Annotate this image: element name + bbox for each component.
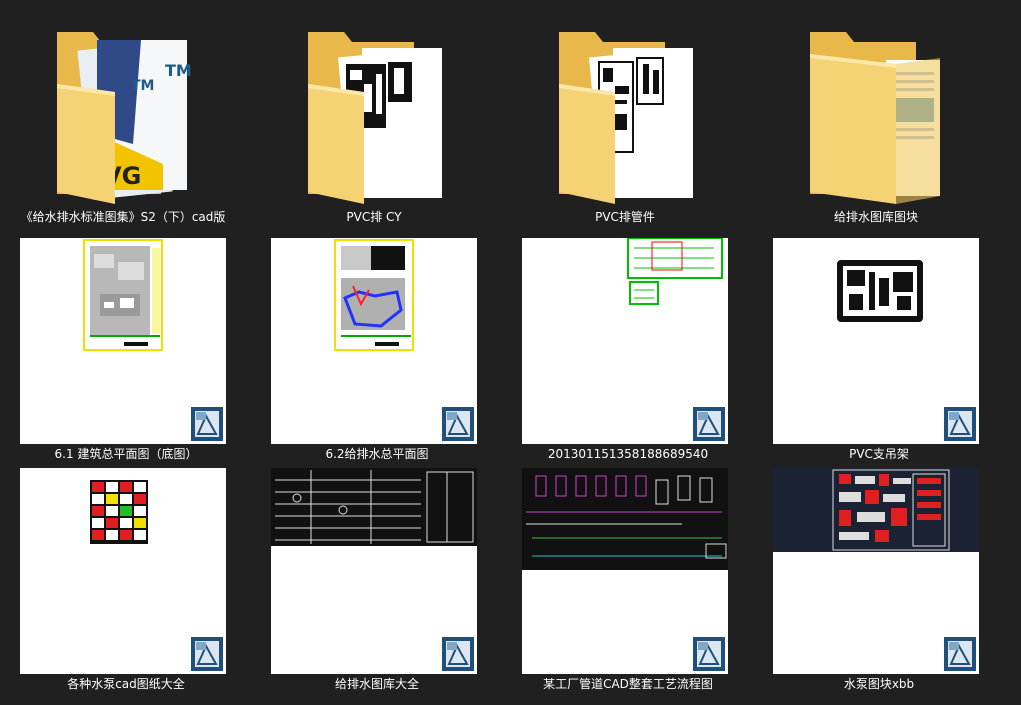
folder-label: PVC排 CY [346, 210, 402, 224]
cad-file-icon [943, 636, 977, 672]
folder-label: 给排水图库图块 [833, 210, 918, 224]
file-label: 6.2给排水总平面图 [325, 447, 429, 461]
file-label: 6.1 建筑总平面图（底图） [54, 447, 198, 461]
file-label: 给排水图库大全 [334, 677, 419, 691]
pump-blocks-drawing [773, 468, 979, 674]
file-label: 水泵图块xbb [843, 677, 915, 691]
process-flow-drawing [522, 468, 728, 674]
cad-file-icon [441, 636, 475, 672]
site-plan-drawing [20, 238, 226, 444]
library-drawing [271, 468, 477, 674]
folder-label: PVC排管件 [595, 210, 655, 224]
file-label: 各种水泵cad图纸大全 [67, 677, 185, 691]
file-label: PVC支吊架 [849, 447, 909, 461]
cad-file-icon [190, 406, 224, 442]
svg-text:TM: TM [165, 61, 192, 80]
folder-cad-icon [515, 24, 735, 204]
drainage-plan-drawing [271, 238, 477, 444]
cad-file-icon [190, 636, 224, 672]
cad-file-icon [692, 636, 726, 672]
cad-file-icon [943, 406, 977, 442]
bracket-drawing [773, 238, 979, 444]
file-label: 20130115135818868954​0 [547, 447, 709, 461]
svg-text:TM: TM [131, 78, 154, 94]
folder-cad-icon [264, 24, 484, 204]
cad-file-icon [692, 406, 726, 442]
file-label: 某工厂管道CAD整套工艺流程图 [543, 677, 713, 691]
folder-doc-icon [766, 24, 986, 204]
folder-cover-icon: TM TM VG [13, 24, 233, 204]
green-plan-drawing [522, 238, 728, 444]
folder-label: 《给水排水标准图集》S2（下）cad版 [20, 210, 226, 224]
cad-file-icon [441, 406, 475, 442]
pump-sheets-drawing [20, 468, 226, 674]
